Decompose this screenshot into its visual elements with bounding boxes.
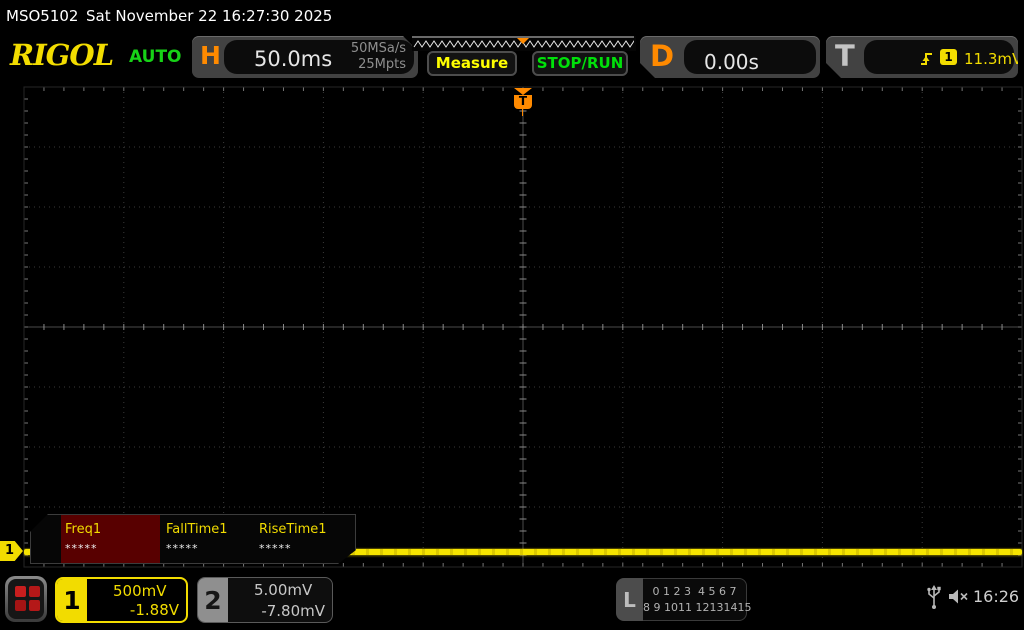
sample-rate: 50MSa/s bbox=[350, 41, 406, 56]
measure-button[interactable]: Measure bbox=[427, 51, 517, 76]
trigger-settings-box[interactable]: T 1 11.3mV A bbox=[826, 36, 1018, 78]
trigger-source-badge: 1 bbox=[940, 49, 957, 65]
horizontal-label: H bbox=[200, 41, 221, 70]
waveform-preview-strip[interactable] bbox=[412, 36, 639, 51]
measurement-name: RiseTime1 bbox=[259, 522, 327, 537]
sample-rate-block: 50MSa/s 25Mpts bbox=[351, 41, 406, 74]
measurement-value: ***** bbox=[166, 542, 199, 555]
datetime-label: Sat November 22 16:27:30 2025 bbox=[86, 7, 333, 25]
measurement-item-freq1[interactable]: Freq1 ***** bbox=[61, 515, 160, 563]
logic-channel-list: 0 1 2 3 4 5 6 7 8 9 1011 12131415 bbox=[643, 578, 752, 621]
waveform-preview-icon bbox=[412, 36, 639, 48]
logic-channels-row2: 8 9 1011 12131415 bbox=[643, 601, 752, 614]
channel1-values: 500mV -1.88V bbox=[87, 579, 186, 621]
trigger-marker-badge: T bbox=[514, 95, 532, 109]
channel1-offset: -1.88V bbox=[129, 601, 179, 619]
channel1-level-marker[interactable]: 1 bbox=[0, 541, 23, 561]
quad-grid-icon bbox=[8, 579, 44, 619]
measurement-value: ***** bbox=[65, 542, 98, 555]
delay-value: 0.00s bbox=[704, 50, 759, 74]
delay-label: D bbox=[650, 39, 675, 73]
trigger-label: T bbox=[835, 39, 855, 73]
top-status-bar: MSO5102 Sat November 22 16:27:30 2025 bbox=[0, 0, 1024, 30]
trigger-level-value: 11.3mV bbox=[964, 50, 1023, 68]
graticule-grid bbox=[23, 86, 1023, 568]
rigol-logo: RIGOL bbox=[10, 38, 114, 72]
model-label: MSO5102 bbox=[6, 7, 79, 25]
clock-label: 16:26 bbox=[973, 587, 1020, 606]
measurement-item-falltime1[interactable]: FallTime1 ***** bbox=[162, 515, 256, 563]
measurement-name: Freq1 bbox=[65, 522, 102, 537]
logic-analyzer-block[interactable]: L 0 1 2 3 4 5 6 7 8 9 1011 12131415 bbox=[616, 578, 752, 621]
stop-run-button[interactable]: STOP/RUN bbox=[532, 51, 628, 76]
trigger-slope-icon bbox=[918, 47, 936, 67]
trigger-position-marker[interactable]: T bbox=[514, 88, 532, 116]
header-bar: RIGOL AUTO H 50.0ms 50MSa/s 25Mpts Measu… bbox=[0, 30, 1024, 82]
speaker-muted-icon bbox=[949, 589, 968, 604]
acquire-mode-label: AUTO bbox=[129, 47, 182, 67]
measurement-name: FallTime1 bbox=[166, 522, 228, 537]
channel2-scale: 5.00mV bbox=[254, 581, 313, 599]
channel2-badge: 2 bbox=[198, 578, 228, 622]
horizontal-settings-box[interactable]: H 50.0ms 50MSa/s 25Mpts bbox=[192, 36, 418, 78]
measurement-overlay: Freq1 ***** FallTime1 ***** RiseTime1 **… bbox=[30, 514, 356, 564]
trigger-marker-stem bbox=[522, 109, 523, 116]
display-menu-button[interactable] bbox=[5, 576, 47, 622]
measurement-item-risetime1[interactable]: RiseTime1 ***** bbox=[255, 515, 351, 563]
channel2-values: 5.00mV -7.80mV bbox=[228, 578, 332, 622]
waveform-display: T Freq1 ***** FallTime1 ***** RiseTime1 … bbox=[0, 82, 1024, 574]
logic-analyzer-badge: L bbox=[616, 578, 643, 621]
channel1-status-block[interactable]: 1 500mV -1.88V bbox=[55, 577, 188, 623]
memory-depth: 25Mpts bbox=[358, 57, 406, 73]
delay-settings-box[interactable]: D 0.00s bbox=[640, 36, 820, 78]
logic-channels-row1: 0 1 2 3 4 5 6 7 bbox=[652, 585, 737, 598]
measurement-value: ***** bbox=[259, 542, 292, 555]
timebase-value: 50.0ms bbox=[254, 47, 333, 71]
channel1-scale: 500mV bbox=[113, 582, 167, 600]
channel2-offset: -7.80mV bbox=[261, 602, 325, 620]
bottom-status-bar: 1 500mV -1.88V 2 5.00mV -7.80mV L 0 1 2 … bbox=[0, 574, 1024, 630]
channel2-status-block[interactable]: 2 5.00mV -7.80mV bbox=[197, 577, 333, 623]
usb-icon bbox=[927, 585, 941, 609]
channel1-badge: 1 bbox=[57, 579, 87, 621]
